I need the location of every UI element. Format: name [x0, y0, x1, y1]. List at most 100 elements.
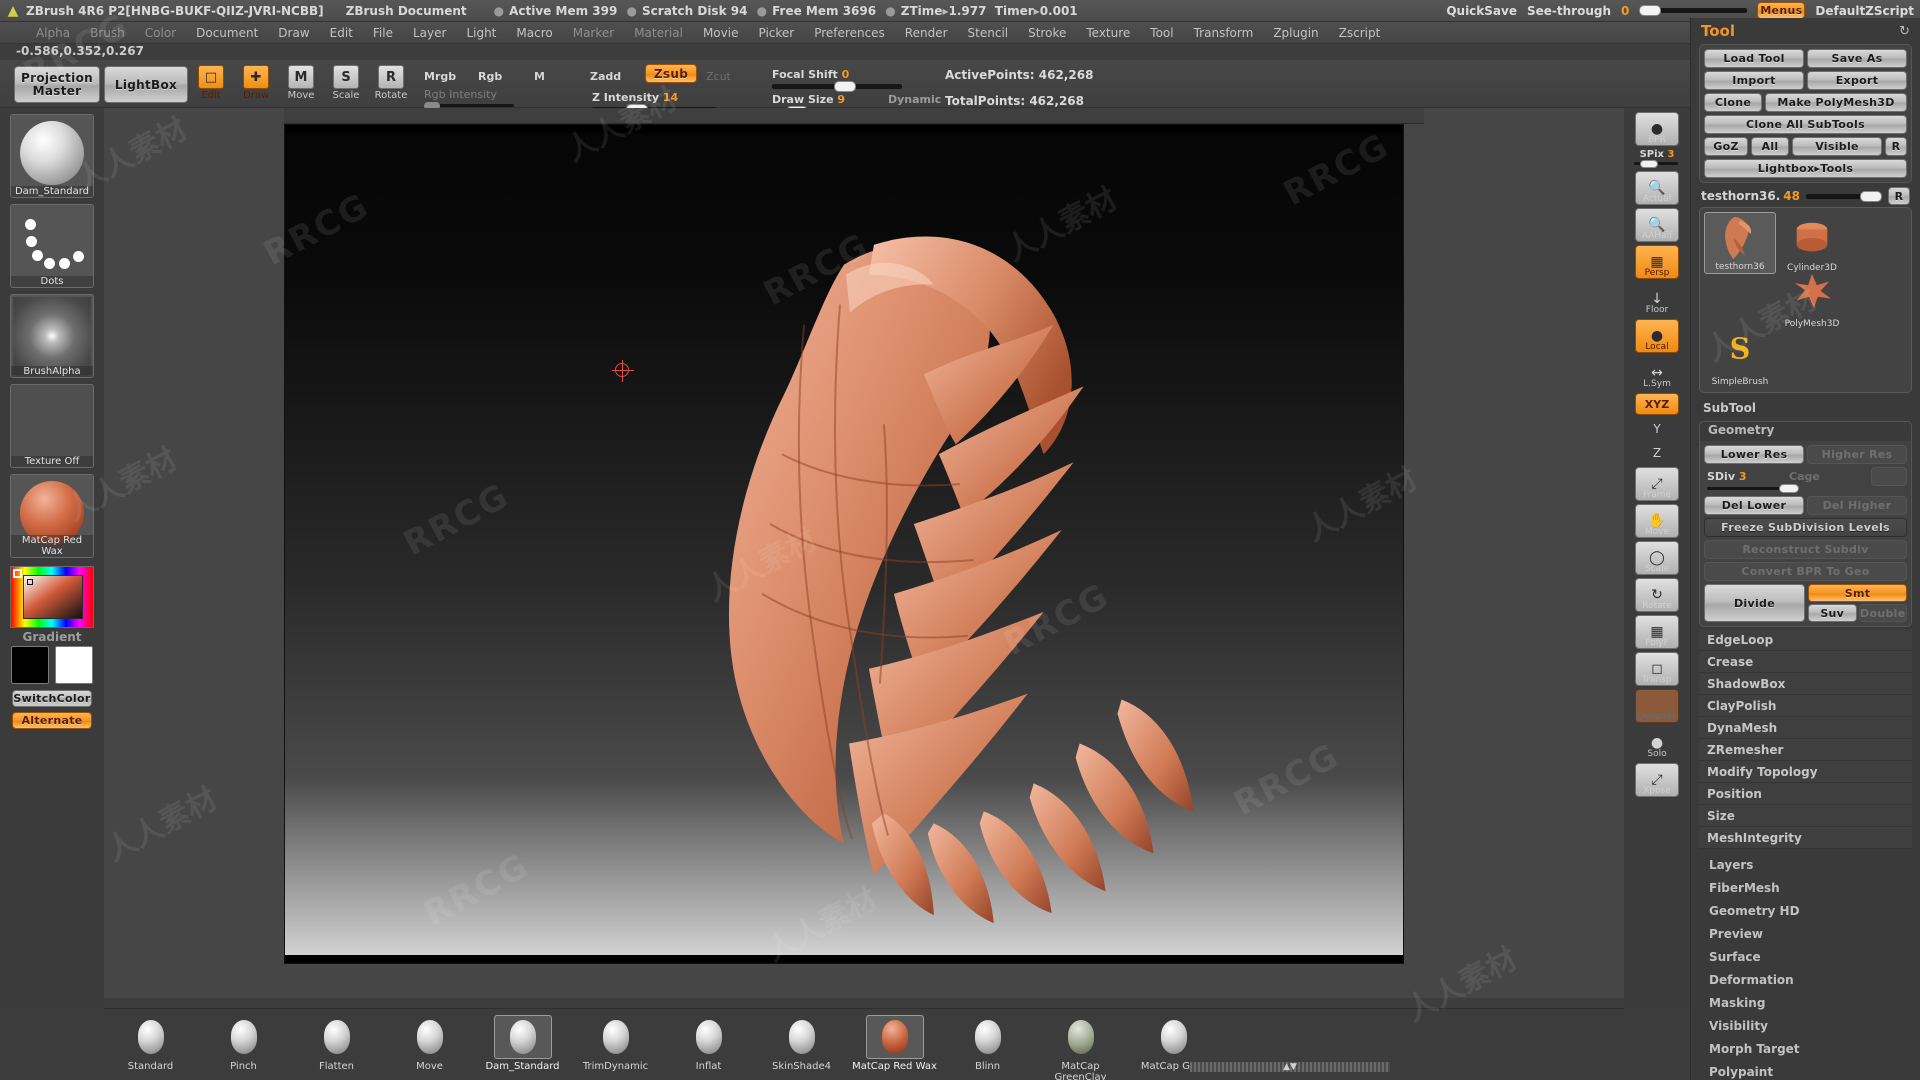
menu-masking[interactable]: Masking [1701, 991, 1910, 1014]
lsym-button[interactable]: ↔ L.Sym [1635, 356, 1679, 389]
shelf-item-trimdynamic[interactable]: TrimDynamic [569, 1015, 662, 1072]
menu-polypaint[interactable]: Polypaint [1701, 1060, 1910, 1080]
zadd-button[interactable]: Zadd [590, 70, 621, 83]
section-size[interactable]: Size [1699, 805, 1912, 827]
rgb-intensity-slider[interactable] [424, 104, 514, 107]
menu-preview[interactable]: Preview [1701, 922, 1910, 945]
menu-item-file[interactable]: File [363, 26, 403, 40]
menus-button[interactable]: Menus [1757, 2, 1805, 19]
dynamic-toggle[interactable]: Dynamic [888, 93, 941, 106]
edit-button[interactable]: □ Edit [194, 65, 228, 99]
dynamic-view-button[interactable]: Dynamic [1635, 689, 1679, 722]
menu-item-render[interactable]: Render [895, 26, 958, 40]
transp-button[interactable]: ◻ Transp [1635, 652, 1679, 685]
export-button[interactable]: Export [1807, 71, 1907, 90]
menu-item-light[interactable]: Light [456, 26, 506, 40]
divide-button[interactable]: Divide [1704, 584, 1805, 622]
menu-item-layer[interactable]: Layer [403, 26, 456, 40]
shelf-item-dam-standard[interactable]: Dam_Standard [476, 1015, 569, 1072]
goz-r-button[interactable]: R [1885, 137, 1907, 156]
lightbox-button[interactable]: LightBox [104, 66, 188, 103]
shelf-item-pinch[interactable]: Pinch [197, 1015, 290, 1072]
subtool-section-label[interactable]: SubTool [1691, 395, 1920, 419]
menu-item-tool[interactable]: Tool [1140, 26, 1183, 40]
menu-item-picker[interactable]: Picker [748, 26, 804, 40]
menu-layers[interactable]: Layers [1701, 853, 1910, 876]
section-position[interactable]: Position [1699, 783, 1912, 805]
aahalf-button[interactable]: 🔍 AAHalf [1635, 208, 1679, 241]
menu-item-marker[interactable]: Marker [563, 26, 624, 40]
bpr-button[interactable]: ● BPR [1635, 112, 1679, 145]
freeze-subdivision-levels-button[interactable]: Freeze SubDivision Levels [1704, 518, 1907, 537]
tool-thumb-simplebrush[interactable]: S SimpleBrush [1704, 326, 1776, 388]
shelf-item-matcap-greenclay[interactable]: MatCap GreenClay [1034, 1015, 1127, 1080]
menu-item-stroke[interactable]: Stroke [1018, 26, 1076, 40]
menu-item-color[interactable]: Color [135, 26, 186, 40]
shelf-item-blinn[interactable]: Blinn [941, 1015, 1034, 1072]
quicksave-button[interactable]: QuickSave [1446, 4, 1517, 18]
viewport-canvas[interactable] [284, 124, 1404, 964]
default-zscript-label[interactable]: DefaultZScript [1815, 4, 1914, 18]
tool-thumb-testhorn36[interactable]: testhorn36 [1704, 212, 1776, 274]
shelf-item-move[interactable]: Move [383, 1015, 476, 1072]
current-stroke-thumbnail[interactable]: Dots [10, 204, 94, 288]
current-tool-slider-knob[interactable] [1860, 191, 1882, 202]
reset-icon[interactable]: ↻ [1899, 24, 1910, 39]
color-picker[interactable] [10, 566, 94, 628]
lower-res-button[interactable]: Lower Res [1704, 445, 1804, 464]
projection-master-button[interactable]: Projection Master [14, 66, 100, 103]
alternate-button[interactable]: Alternate [12, 712, 92, 729]
floor-button[interactable]: ↓ Floor [1635, 282, 1679, 315]
rotate-z-button[interactable]: Z [1635, 443, 1679, 463]
menu-item-draw[interactable]: Draw [268, 26, 319, 40]
menu-item-macro[interactable]: Macro [506, 26, 562, 40]
current-texture-thumbnail[interactable]: Texture Off [10, 384, 94, 468]
menu-morph-target[interactable]: Morph Target [1701, 1037, 1910, 1060]
all-button[interactable]: All [1751, 137, 1789, 156]
zsub-button[interactable]: Zsub [645, 64, 697, 83]
focal-shift-knob[interactable] [834, 81, 856, 92]
current-alpha-thumbnail[interactable]: BrushAlpha [10, 294, 94, 378]
section-claypolish[interactable]: ClayPolish [1699, 695, 1912, 717]
move-view-button[interactable]: ✋ Move [1635, 504, 1679, 537]
import-button[interactable]: Import [1704, 71, 1804, 90]
lightbox-tools-button[interactable]: Lightbox▸Tools [1704, 159, 1907, 178]
menu-geometry-hd[interactable]: Geometry HD [1701, 899, 1910, 922]
tool-thumb-polymesh3d[interactable]: PolyMesh3D [1776, 268, 1848, 330]
menu-item-material[interactable]: Material [624, 26, 693, 40]
menu-item-zscript[interactable]: Zscript [1329, 26, 1391, 40]
solo-button[interactable]: ● Solo [1635, 726, 1679, 759]
move-button[interactable]: M Move [284, 65, 318, 99]
see-through-slider[interactable] [1639, 8, 1747, 13]
current-tool-r-button[interactable]: R [1888, 187, 1910, 205]
shelf-item-standard[interactable]: Standard [104, 1015, 197, 1072]
switch-color-button[interactable]: SwitchColor [12, 690, 92, 707]
m-button[interactable]: M [534, 70, 545, 83]
rotate-button[interactable]: R Rotate [374, 65, 408, 99]
actual-button[interactable]: 🔍 Actual [1635, 171, 1679, 204]
menu-visibility[interactable]: Visibility [1701, 1014, 1910, 1037]
section-modify-topology[interactable]: Modify Topology [1699, 761, 1912, 783]
tool-thumb-cylinder3d[interactable]: Cylinder3D [1776, 212, 1848, 274]
section-crease[interactable]: Crease [1699, 651, 1912, 673]
section-edgeloop[interactable]: EdgeLoop [1699, 629, 1912, 651]
secondary-color-swatch[interactable] [55, 646, 93, 684]
menu-deformation[interactable]: Deformation [1701, 968, 1910, 991]
draw-button[interactable]: ✚ Draw [239, 65, 273, 99]
zcut-button[interactable]: Zcut [706, 70, 731, 83]
sdiv-slider-knob[interactable] [1779, 484, 1799, 493]
clone-button[interactable]: Clone [1704, 93, 1762, 112]
menu-item-edit[interactable]: Edit [320, 26, 363, 40]
section-meshintegrity[interactable]: MeshIntegrity [1699, 827, 1912, 849]
menu-item-document[interactable]: Document [186, 26, 268, 40]
sdiv-slider[interactable] [1707, 487, 1799, 490]
current-material-thumbnail[interactable]: MatCap Red Wax [10, 474, 94, 558]
menu-item-preferences[interactable]: Preferences [804, 26, 895, 40]
menu-item-zplugin[interactable]: Zplugin [1263, 26, 1328, 40]
scale-button[interactable]: S Scale [329, 65, 363, 99]
frame-button[interactable]: ⤢ Frame [1635, 467, 1679, 500]
rgb-button[interactable]: Rgb [478, 70, 502, 83]
menu-item-stencil[interactable]: Stencil [958, 26, 1019, 40]
menu-fibermesh[interactable]: FiberMesh [1701, 876, 1910, 899]
save-as-button[interactable]: Save As [1807, 49, 1907, 68]
